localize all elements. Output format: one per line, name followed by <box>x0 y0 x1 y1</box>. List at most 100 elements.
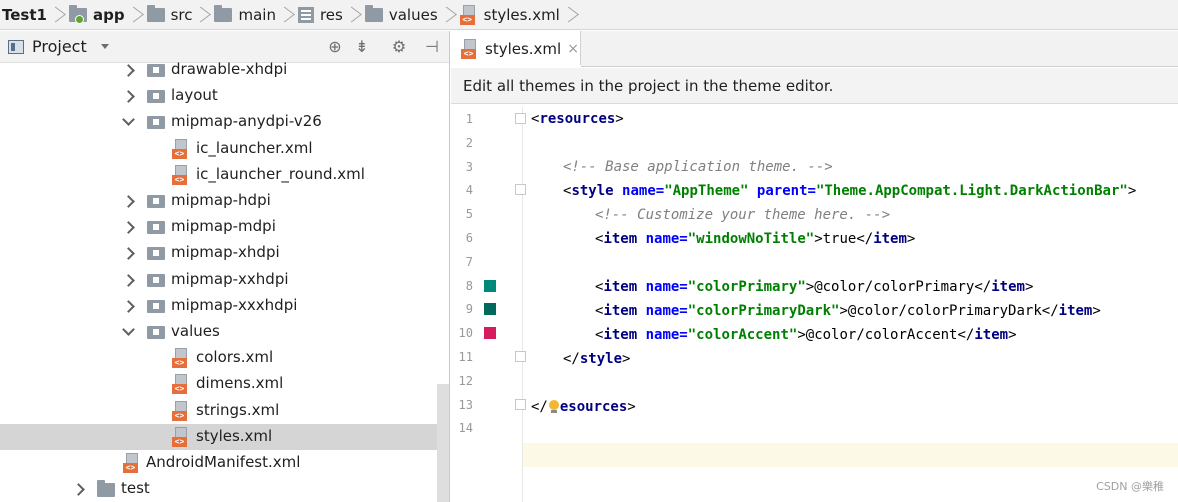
tree-item[interactable]: mipmap-xhdpi <box>0 240 449 266</box>
tree-item[interactable]: <> colors.xml <box>0 345 449 371</box>
tree-item[interactable]: drawable-xhdpi <box>0 57 449 83</box>
code-line-10[interactable]: <item name="colorAccent">@color/colorAcc… <box>595 323 1017 347</box>
tree-item[interactable]: layout <box>0 83 449 109</box>
tree-item[interactable]: mipmap-xxhdpi <box>0 267 449 293</box>
folder-icon <box>147 195 165 208</box>
close-icon[interactable]: × <box>567 41 579 57</box>
fold-marker-icon[interactable] <box>515 184 526 196</box>
tree-item[interactable]: mipmap-hdpi <box>0 188 449 214</box>
breadcrumb-item[interactable]: <> styles.xml <box>459 0 582 30</box>
breadcrumb-separator-icon <box>564 3 574 27</box>
tree-item[interactable]: <> dimens.xml <box>0 371 449 397</box>
tree-item[interactable]: values <box>0 319 449 345</box>
line-number: 4 <box>465 183 473 198</box>
line-number: 3 <box>465 159 473 174</box>
xml-file-icon: <> <box>172 374 190 395</box>
hide-panel-icon[interactable]: ⊣ <box>422 37 442 57</box>
chevron-down-icon[interactable] <box>122 326 134 338</box>
tree-item-label: styles.xml <box>196 426 273 445</box>
gear-icon[interactable]: ⚙ <box>389 37 409 57</box>
folder-icon <box>147 221 165 235</box>
tab-styles-xml[interactable]: <> styles.xml × <box>451 31 581 68</box>
tree-item-label: ic_launcher.xml <box>196 138 313 157</box>
breadcrumb-separator-icon <box>347 3 357 27</box>
tree-item[interactable]: <> strings.xml <box>0 398 449 424</box>
code-line-8[interactable]: <item name="colorPrimary">@color/colorPr… <box>595 275 1033 299</box>
folder-icon <box>97 480 115 498</box>
collapse-all-icon[interactable]: ⇟ <box>352 37 372 57</box>
tree-item[interactable]: <> ic_launcher.xml <box>0 136 449 162</box>
breadcrumb-label: Test1 <box>2 5 47 24</box>
chevron-right-icon[interactable] <box>122 247 134 259</box>
code-line-11[interactable]: </style> <box>563 347 630 371</box>
tree-item[interactable]: <> styles.xml <box>0 423 449 450</box>
breadcrumb-separator-icon <box>280 3 290 27</box>
fold-marker-icon[interactable] <box>515 398 526 410</box>
chevron-right-icon[interactable] <box>122 221 134 233</box>
chevron-right-icon[interactable] <box>122 195 134 207</box>
editor-tabs: <> styles.xml × <box>451 31 1178 68</box>
breadcrumb-item[interactable]: app <box>68 0 147 30</box>
breadcrumb-label: app <box>92 5 125 24</box>
breadcrumb-label: values <box>388 5 438 24</box>
xml-file-icon: <> <box>172 400 190 421</box>
tree-item[interactable]: <> AndroidManifest.xml <box>0 450 449 476</box>
chevron-down-icon[interactable] <box>122 116 134 128</box>
tree-item-label: mipmap-anydpi-v26 <box>171 112 322 131</box>
chevron-down-icon[interactable] <box>100 44 109 49</box>
code-editor[interactable]: 1 2 3 4 5 6 7 8 9 10 11 12 13 14 <resources> <!-- Bas… <box>451 107 1178 502</box>
code-line-9[interactable]: <item name="colorPrimaryDark">@color/col… <box>595 299 1101 323</box>
tree-item-label: colors.xml <box>196 348 274 367</box>
code-line-3[interactable]: <!-- Base application theme. --> <box>563 155 833 179</box>
code-line-6[interactable]: <item name="windowNoTitle">true</item> <box>595 227 915 251</box>
breadcrumb-item[interactable]: main <box>214 0 297 30</box>
folder-icon <box>147 273 165 287</box>
line-number: 5 <box>465 207 473 222</box>
project-view-selector[interactable]: Project <box>32 37 87 56</box>
line-number: 8 <box>465 278 473 293</box>
line-number: 1 <box>465 112 473 126</box>
line-number: 11 <box>458 350 473 364</box>
folder-icon <box>146 4 165 22</box>
tree-item-label: mipmap-xhdpi <box>171 243 280 262</box>
manifest-file-icon: <> <box>123 453 141 473</box>
chevron-right-icon[interactable] <box>122 274 134 286</box>
tree-item[interactable]: mipmap-mdpi <box>0 214 449 240</box>
breadcrumb-item[interactable]: values <box>364 0 460 30</box>
breadcrumb-item[interactable]: res <box>297 0 365 30</box>
line-number: 13 <box>458 397 473 412</box>
line-number: 12 <box>458 373 473 388</box>
fold-marker-icon[interactable] <box>515 113 526 124</box>
code-line-13[interactable]: </esources> <box>531 395 636 419</box>
tree-item-label: mipmap-xxxhdpi <box>171 295 298 314</box>
fold-marker-icon[interactable] <box>515 351 526 362</box>
folder-icon <box>364 4 383 22</box>
color-swatch-icon[interactable] <box>484 303 496 316</box>
color-swatch-icon[interactable] <box>484 327 496 340</box>
code-line-1[interactable]: <resources> <box>531 107 624 131</box>
tree-item-label: mipmap-hdpi <box>171 191 271 209</box>
chevron-right-icon[interactable] <box>122 90 134 102</box>
tree-item[interactable]: test <box>0 476 449 502</box>
line-number: 7 <box>465 254 473 269</box>
breadcrumb: Test1 app src main res values <> styles.xml <box>0 0 1178 30</box>
chevron-right-icon[interactable] <box>122 300 134 312</box>
code-line-4[interactable]: <style name="AppTheme" parent="Theme.App… <box>563 179 1136 203</box>
banner-text[interactable]: Edit all themes in the project in the th… <box>463 77 833 95</box>
theme-editor-banner[interactable]: Edit all themes in the project in the th… <box>451 68 1178 104</box>
chevron-right-icon[interactable] <box>122 64 134 76</box>
tree-item[interactable]: mipmap-xxxhdpi <box>0 293 449 319</box>
tree-scrollbar[interactable] <box>437 384 449 502</box>
breadcrumb-item[interactable]: src <box>146 0 215 30</box>
code-line-5[interactable]: <!-- Customize your theme here. --> <box>595 203 890 227</box>
chevron-right-icon[interactable] <box>72 483 84 495</box>
app-module-icon <box>68 4 87 24</box>
lightbulb-icon[interactable] <box>548 400 560 414</box>
color-swatch-icon[interactable] <box>484 279 496 292</box>
tree-item-label: values <box>171 322 220 340</box>
breadcrumb-item[interactable]: Test1 <box>2 0 69 30</box>
tree-item[interactable]: mipmap-anydpi-v26 <box>0 109 449 135</box>
project-tree: drawable-xhdpi layout mipmap-anydpi-v26 <> i… <box>0 60 449 502</box>
target-icon[interactable]: ⊕ <box>325 37 345 57</box>
tree-item[interactable]: <> ic_launcher_round.xml <box>0 162 449 188</box>
